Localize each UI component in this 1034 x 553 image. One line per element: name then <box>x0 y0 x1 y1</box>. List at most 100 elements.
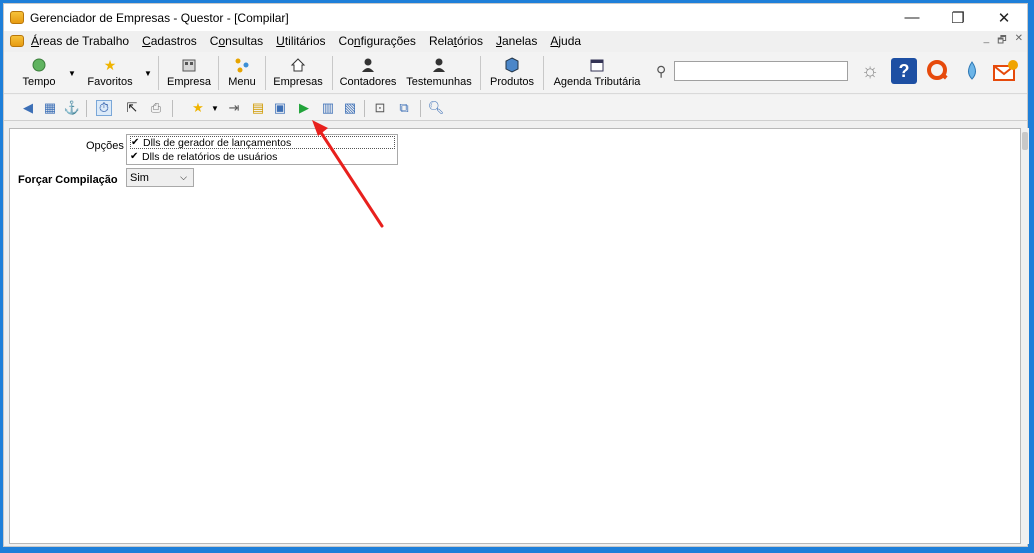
menu-janelas[interactable]: Janelas <box>496 34 537 48</box>
menu-areas-de-trabalho[interactable]: Áreas de Trabalho <box>31 34 129 48</box>
checkmark-icon[interactable]: ✔ <box>130 151 140 162</box>
secondary-toolbar: ◀ ▦ ⚓ ⏱ ⇱ ⎙ ★ ▼ ⇥ ▤ ▣ ▶ ▥ ▧ ⊡ ⧉ 🔍︎ <box>4 95 1027 121</box>
option-dlls-relatorios-usuarios[interactable]: ✔ Dlls de relatórios de usuários <box>130 150 277 163</box>
report-icon[interactable]: ▥ <box>320 100 336 116</box>
favoritos-dropdown-arrow-icon[interactable]: ▼ <box>144 69 152 78</box>
star-icon: ★ <box>103 57 117 73</box>
water-drop-icon[interactable] <box>959 58 985 84</box>
timer-icon[interactable]: ⏱ <box>96 100 112 116</box>
toolbar-separator <box>480 56 481 90</box>
toolbar-separator <box>420 100 421 117</box>
person-icon <box>431 57 447 73</box>
select-value: Sim <box>130 171 149 184</box>
toolbar-separator <box>364 100 365 117</box>
window-controls: — ❐ ✕ <box>889 4 1027 31</box>
mdi-close-button[interactable]: ✕ <box>1015 33 1023 50</box>
empresa-label: Empresa <box>166 76 212 88</box>
window-title: Gerenciador de Empresas - Questor - [Com… <box>30 10 289 25</box>
questor-q-icon[interactable] <box>925 58 951 84</box>
toolbar-separator <box>158 56 159 90</box>
menu-ajuda[interactable]: Ajuda <box>550 34 581 48</box>
tempo-dropdown-arrow-icon[interactable]: ▼ <box>68 69 76 78</box>
window-arrange-icon[interactable]: ⧉ <box>396 100 412 116</box>
favoritos-label: Favoritos <box>87 76 133 88</box>
menu-utilitarios[interactable]: Utilitários <box>276 34 325 48</box>
favorite-star-icon[interactable]: ★ <box>190 100 206 116</box>
testemunhas-button[interactable]: Testemunhas <box>404 54 474 92</box>
back-icon[interactable]: ◀ <box>20 100 36 116</box>
export-icon[interactable]: ⇱ <box>124 100 140 116</box>
agenda-tributaria-button[interactable]: Agenda Tributária <box>547 54 647 92</box>
menu-tree-icon <box>234 57 250 73</box>
empresas-label: Empresas <box>273 76 323 88</box>
brightness-icon[interactable]: ☼ <box>857 58 883 84</box>
minimize-button[interactable]: — <box>889 4 935 31</box>
favorite-dropdown-arrow-icon[interactable]: ▼ <box>207 100 223 116</box>
help-icon[interactable]: ? <box>891 58 917 84</box>
toolbar-separator <box>218 56 219 90</box>
option-label: Dlls de relatórios de usuários <box>142 150 278 163</box>
option-dlls-gerador-lancamentos[interactable]: ✔ Dlls de gerador de lançamentos <box>130 136 395 149</box>
exit-icon[interactable]: ⇥ <box>226 100 242 116</box>
forcar-compilacao-select[interactable]: Sim ⌵ <box>126 168 194 187</box>
chevron-down-icon: ⌵ <box>180 172 187 182</box>
menu-cadastros[interactable]: Cadastros <box>142 34 197 48</box>
preview-icon[interactable]: 🔍︎ <box>428 100 445 116</box>
home-icon <box>290 57 306 73</box>
toolbar-separator <box>86 100 87 117</box>
right-toolbar-icons: ☼ ? <box>857 58 1019 84</box>
menu-label: Menu <box>228 76 256 88</box>
favoritos-button[interactable]: ★ Favoritos <box>80 54 140 92</box>
weather-globe-icon <box>31 57 47 73</box>
questor-menu-icon[interactable] <box>10 35 24 47</box>
search-input[interactable] <box>674 61 848 81</box>
maximize-button[interactable]: ❐ <box>935 4 981 31</box>
toolbar-separator <box>332 56 333 90</box>
mdi-controls: _ 🗗 ✕ <box>984 33 1023 50</box>
calendar-icon <box>589 57 605 73</box>
forcar-compilacao-label: Forçar Compilação <box>18 174 118 186</box>
title-bar: Gerenciador de Empresas - Questor - [Com… <box>4 4 1027 31</box>
tempo-label: Tempo <box>22 76 56 88</box>
zoom-fit-icon[interactable]: ⊡ <box>372 100 388 116</box>
checkmark-icon[interactable]: ✔ <box>131 137 141 148</box>
mdi-minimize-button[interactable]: _ <box>984 33 990 50</box>
toolbar-separator <box>265 56 266 90</box>
toolbar-separator <box>172 100 173 117</box>
tempo-button[interactable]: Tempo <box>14 54 64 92</box>
app-window: Gerenciador de Empresas - Questor - [Com… <box>3 3 1029 547</box>
opcoes-label: Opções <box>86 140 124 152</box>
menu-relatorios[interactable]: Relatórios <box>429 34 483 48</box>
produtos-label: Produtos <box>489 76 535 88</box>
mdi-restore-button[interactable]: 🗗 <box>997 33 1006 50</box>
toolbar-separator <box>543 56 544 90</box>
play-compile-icon[interactable]: ▶ <box>296 100 312 116</box>
scrollbar-thumb[interactable] <box>1022 132 1028 150</box>
grid-icon[interactable]: ▦ <box>42 100 58 116</box>
menu-consultas[interactable]: Consultas <box>210 34 263 48</box>
mail-notification-icon[interactable] <box>993 58 1019 84</box>
main-toolbar: Tempo ▼ ★ Favoritos ▼ Empresa Menu Empre… <box>4 52 1027 94</box>
vertical-scrollbar[interactable] <box>1021 128 1029 544</box>
compile-form-area: Opções ✔ Dlls de gerador de lançamentos … <box>9 128 1021 544</box>
produtos-button[interactable]: Produtos <box>485 54 539 92</box>
person-icon <box>360 57 376 73</box>
search-tool-icon[interactable]: ⚲ <box>656 63 666 80</box>
anchor-icon[interactable]: ⚓ <box>64 100 80 116</box>
save-icon[interactable]: ▣ <box>272 100 288 116</box>
opcoes-checklist: ✔ Dlls de gerador de lançamentos ✔ Dlls … <box>126 134 398 165</box>
cube-icon <box>504 57 520 73</box>
contadores-button[interactable]: Contadores <box>336 54 400 92</box>
agenda-tributaria-label: Agenda Tributária <box>553 76 641 88</box>
empresa-button[interactable]: Empresa <box>164 54 214 92</box>
menu-configuracoes[interactable]: Configurações <box>339 34 416 48</box>
close-button[interactable]: ✕ <box>981 4 1027 31</box>
printer-icon[interactable]: ⎙ <box>148 100 164 116</box>
option-label: Dlls de gerador de lançamentos <box>143 136 292 149</box>
report-list-icon[interactable]: ▧ <box>342 100 358 116</box>
open-icon[interactable]: ▤ <box>250 100 266 116</box>
questor-app-icon <box>10 11 24 24</box>
menu-button[interactable]: Menu <box>222 54 262 92</box>
testemunhas-label: Testemunhas <box>406 76 472 88</box>
empresas-button[interactable]: Empresas <box>269 54 327 92</box>
